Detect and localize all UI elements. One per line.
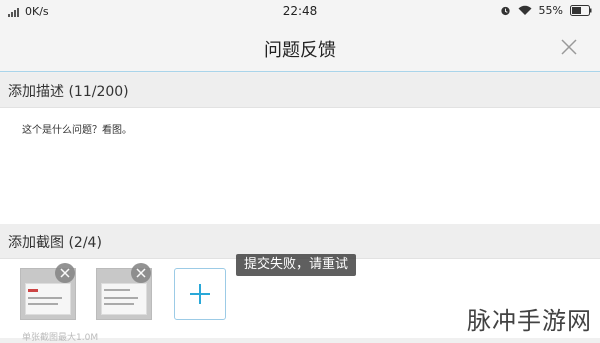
status-right: 55% (500, 4, 592, 17)
plus-icon (190, 284, 210, 304)
alarm-icon (500, 6, 510, 16)
battery-icon (570, 5, 592, 16)
add-screenshot-button[interactable] (174, 268, 226, 320)
thumbnail-line (28, 297, 62, 299)
battery-percent: 55% (538, 4, 563, 17)
description-header: 添加描述 (11/200) (0, 73, 600, 107)
description-label: 添加描述 (11/200) (8, 84, 129, 100)
page-title: 问题反馈 (264, 40, 336, 61)
title-bar: 问题反馈 (0, 24, 600, 72)
screenshots-header: 添加截图 (2/4) (0, 224, 600, 258)
description-text: 这个是什么问题？看图。 (22, 125, 132, 136)
wifi-icon (518, 5, 532, 15)
thumbnail-content (101, 283, 147, 315)
thumbnail-line (28, 303, 58, 305)
thumbnail-line (104, 289, 130, 291)
close-icon (136, 268, 146, 278)
description-textarea[interactable]: 这个是什么问题？看图。 (0, 107, 600, 225)
thumbnail-line (104, 303, 134, 305)
status-bar: 0K/s 22:48 55% (0, 0, 600, 24)
toast-message: 提交失败，请重试 (236, 254, 357, 276)
thumbnail-line (104, 297, 138, 299)
remove-screenshot-button[interactable] (131, 263, 151, 283)
remove-screenshot-button[interactable] (55, 263, 75, 283)
screenshots-label: 添加截图 (2/4) (8, 235, 102, 251)
watermark: 脉冲手游网 (467, 307, 592, 335)
thumbnail-content (25, 283, 71, 315)
close-icon[interactable] (558, 36, 580, 58)
close-icon (60, 268, 70, 278)
thumbnail-line (28, 289, 38, 292)
